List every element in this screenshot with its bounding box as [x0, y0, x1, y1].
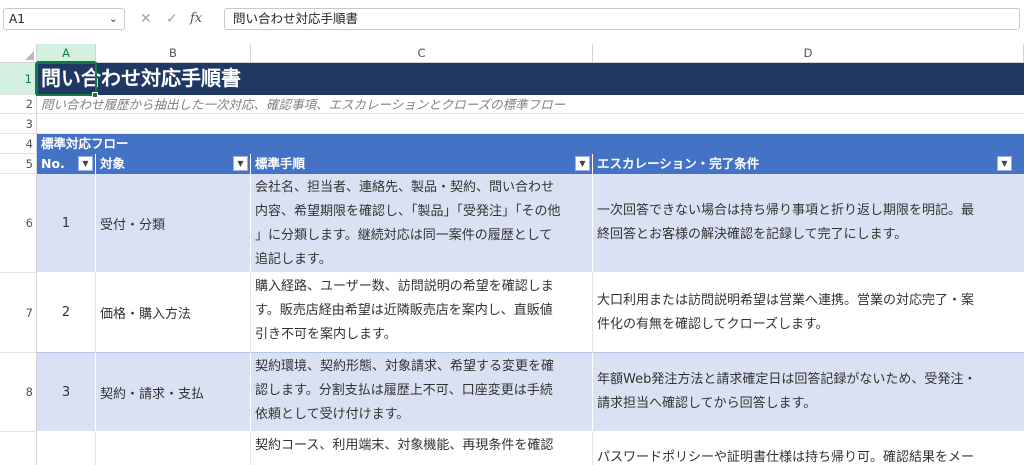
text-line: 会社名、担当者、連絡先、製品・契約、問い合わせ — [255, 180, 555, 195]
header-procedure-label: 標準手順 — [255, 156, 306, 171]
sheet-title[interactable]: 問い合わせ対応手順書 — [37, 63, 1024, 95]
header-no[interactable]: No. ▼ — [37, 154, 96, 174]
text-line: 追記します。 — [255, 252, 332, 267]
column-header-d[interactable]: D — [593, 44, 1024, 63]
text-line: 依頼として受け付けます。 — [255, 407, 410, 422]
row-header-2[interactable]: 2 — [0, 95, 37, 114]
empty-row[interactable] — [37, 114, 1024, 134]
text-line: 件化の有無を確認してクローズします。 — [597, 316, 829, 332]
column-header-a[interactable]: A — [37, 44, 96, 63]
column-header-b[interactable]: B — [96, 44, 251, 63]
text-line: 大口利用または訪問説明希望は営業へ連携。営業の対応完了・案 — [597, 292, 975, 308]
row-escalation[interactable]: 年額Web発注方法と請求確定日は回答記録がないため、受発注・ 請求担当へ確認して… — [593, 353, 1024, 432]
column-header-c[interactable]: C — [251, 44, 593, 63]
text-line: 内容、希望期限を確認し、「製品」「受発注」「その他 — [255, 204, 561, 219]
formula-input[interactable]: 問い合わせ対応手順書 — [224, 8, 1020, 30]
text-line: 請求担当へ確認してから回答します。 — [597, 396, 817, 411]
enter-icon[interactable]: ✓ — [166, 8, 178, 30]
row-escalation[interactable]: 大口利用または訪問説明希望は営業へ連携。営業の対応完了・案 件化の有無を確認して… — [593, 273, 1024, 353]
text-line: 購入経路、ユーザー数、訪問説明の希望を確認しま — [255, 279, 554, 294]
row-header-7[interactable]: 7 — [0, 273, 37, 353]
text-block: 年額Web発注方法と請求確定日は回答記録がないため、受発注・ 請求担当へ確認して… — [597, 368, 976, 416]
row-header-3[interactable]: 3 — [0, 114, 37, 134]
text-line: 終回答とお客様の解決確認を記録して完了にします。 — [597, 227, 908, 242]
header-procedure[interactable]: 標準手順 ▼ — [251, 154, 593, 174]
header-target[interactable]: 対象 ▼ — [96, 154, 251, 174]
text-line: 契約環境、契約形態、対象請求、希望する変更を確 — [255, 359, 555, 374]
text-line: 認します。分割支払は履歴上不可、口座変更は手続 — [255, 383, 553, 398]
select-all-icon — [25, 51, 34, 60]
row-header-9[interactable] — [0, 432, 37, 465]
text-line: す。販売店経由希望は近隣販売店を案内し、直販値 — [255, 303, 553, 318]
fill-handle[interactable] — [92, 92, 98, 98]
row-procedure[interactable]: 契約環境、契約形態、対象請求、希望する変更を確 認します。分割支払は履歴上不可、… — [251, 353, 593, 432]
filter-dropdown-icon[interactable]: ▼ — [233, 156, 248, 171]
spreadsheet-grid: A B C D 1 2 3 4 5 6 7 8 問い合わせ対応手順書 問い合わせ… — [0, 44, 1024, 465]
row-target[interactable] — [96, 432, 251, 465]
text-line: 引き不可を案内します。 — [255, 327, 397, 342]
insert-function-icon[interactable]: fx — [190, 8, 202, 30]
row-header-1[interactable]: 1 — [0, 63, 37, 95]
cancel-icon[interactable]: ✕ — [140, 8, 152, 30]
row-target[interactable]: 価格・購入方法 — [96, 273, 251, 353]
row-header-8[interactable]: 8 — [0, 353, 37, 432]
row-target[interactable]: 契約・請求・支払 — [96, 353, 251, 432]
header-no-label: No. — [41, 156, 65, 171]
filter-dropdown-icon[interactable]: ▼ — [997, 156, 1012, 171]
chevron-down-icon[interactable]: ⌄ — [109, 9, 118, 29]
row-escalation[interactable]: パスワードポリシーや証明書仕様は持ち帰り可。確認結果をメー — [593, 432, 1024, 465]
header-escalation[interactable]: エスカレーション・完了条件 ▼ — [593, 154, 1024, 174]
row-escalation[interactable]: 一次回答できない場合は持ち帰り事項と折り返し期限を明記。最 終回答とお客様の解決… — [593, 174, 1024, 273]
row-procedure[interactable]: 契約コース、利用端末、対象機能、再現条件を確認 — [251, 432, 593, 465]
header-escalation-label: エスカレーション・完了条件 — [597, 156, 760, 171]
sheet-subtitle[interactable]: 問い合わせ履歴から抽出した一次対応、確認事項、エスカレーションとクローズの標準フ… — [37, 95, 1024, 114]
formula-buttons: ✕ ✓ fx — [132, 8, 218, 30]
name-box[interactable]: A1 ⌄ — [3, 8, 125, 30]
row-header-5[interactable]: 5 — [0, 154, 37, 174]
select-all-button[interactable] — [0, 44, 37, 63]
row-procedure[interactable]: 購入経路、ユーザー数、訪問説明の希望を確認しま す。販売店経由希望は近隣販売店を… — [251, 273, 593, 353]
filter-dropdown-icon[interactable]: ▼ — [575, 156, 590, 171]
text-line: 」に分類します。継続対応は同一案件の履歴として — [255, 228, 553, 243]
name-box-value: A1 — [9, 12, 25, 26]
row-header-6[interactable]: 6 — [0, 174, 37, 273]
text-line: パスワードポリシーや証明書仕様は持ち帰り可。確認結果をメー — [597, 450, 975, 465]
filter-dropdown-icon[interactable]: ▼ — [78, 156, 93, 171]
row-no[interactable]: 2 — [37, 273, 96, 353]
text-line: 契約コース、利用端末、対象機能、再現条件を確認 — [255, 438, 554, 453]
row-target[interactable]: 受付・分類 — [96, 174, 251, 273]
text-block: 大口利用または訪問説明希望は営業へ連携。営業の対応完了・案 件化の有無を確認して… — [597, 289, 974, 337]
row-no[interactable]: 1 — [37, 174, 96, 273]
formula-bar: A1 ⌄ ✕ ✓ fx 問い合わせ対応手順書 — [0, 0, 1024, 36]
text-line: 一次回答できない場合は持ち帰り事項と折り返し期限を明記。最 — [597, 203, 975, 218]
header-target-label: 対象 — [100, 156, 126, 171]
text-block: 一次回答できない場合は持ち帰り事項と折り返し期限を明記。最 終回答とお客様の解決… — [597, 199, 974, 247]
text-line: 年額Web発注方法と請求確定日は回答記録がないため、受発注・ — [597, 372, 977, 387]
row-no[interactable]: 3 — [37, 353, 96, 432]
row-header-4[interactable]: 4 — [0, 134, 37, 154]
row-no[interactable] — [37, 432, 96, 465]
row-procedure[interactable]: 会社名、担当者、連絡先、製品・契約、問い合わせ 内容、希望期限を確認し、「製品」… — [251, 174, 593, 273]
section-heading[interactable]: 標準対応フロー — [37, 134, 1024, 154]
